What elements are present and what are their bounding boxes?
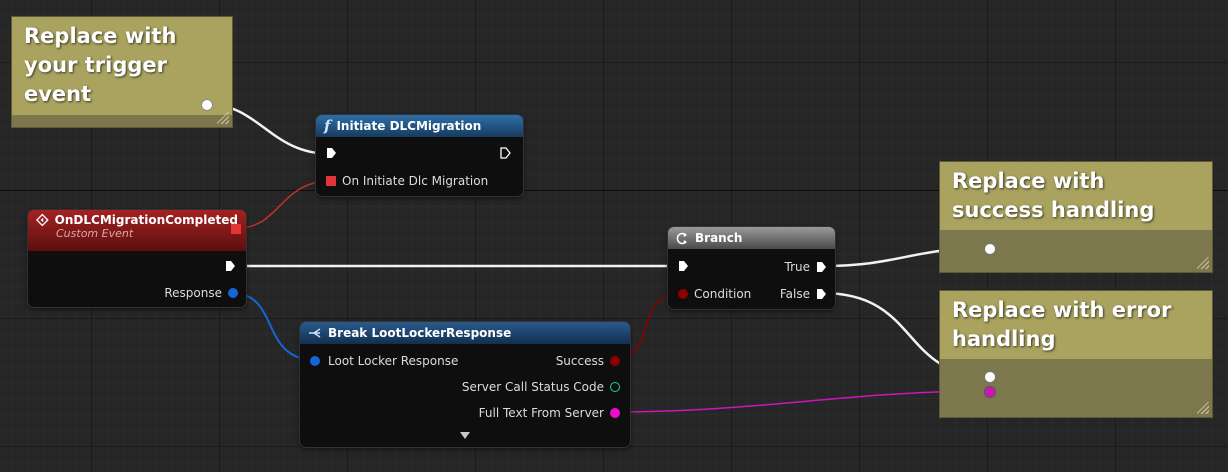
response-out-pin[interactable]: Response (164, 286, 238, 300)
node-title: Break LootLockerResponse (328, 326, 512, 340)
initiate-dlc-migration-node[interactable]: f Initiate DLCMigration On Initiate Dlc … (316, 115, 523, 196)
int-pin-icon (610, 382, 620, 392)
comment-exec-in-pin[interactable] (984, 371, 996, 383)
exec-in-pin[interactable] (678, 260, 689, 272)
pin-label: Loot Locker Response (328, 354, 459, 368)
true-out-pin[interactable]: True (785, 260, 828, 274)
delegate-pin-icon (326, 176, 336, 186)
function-icon: f (324, 117, 331, 135)
exec-pin-icon (226, 261, 235, 271)
event-icon (36, 213, 49, 227)
struct-in-pin[interactable]: Loot Locker Response (310, 354, 458, 368)
node-header: Break LootLockerResponse (300, 322, 630, 344)
comment-exec-in-pin[interactable] (984, 243, 996, 255)
exec-out-pin[interactable] (500, 147, 511, 159)
comment-trigger-event[interactable]: Replace with your trigger event (12, 17, 232, 127)
resize-grip-icon[interactable] (217, 112, 229, 124)
node-header: OnDLCMigrationCompleted Custom Event (28, 210, 246, 251)
struct-pin-icon (310, 356, 320, 366)
exec-pin-icon (817, 262, 826, 272)
pin-label: True (784, 260, 811, 274)
comment-success-handling[interactable]: Replace with success handling (940, 162, 1212, 272)
break-lootlocker-response-node[interactable]: Break LootLockerResponse Loot Locker Res… (300, 322, 630, 447)
pin-label: False (779, 287, 810, 301)
condition-in-pin[interactable]: Condition (678, 287, 751, 301)
node-title: OnDLCMigrationCompleted (54, 213, 238, 227)
success-out-pin[interactable]: Success (556, 354, 620, 368)
pin-label: Response (164, 286, 222, 300)
string-pin-icon (610, 408, 620, 418)
comment-exec-out-pin[interactable] (201, 99, 213, 111)
resize-grip-icon[interactable] (1197, 402, 1209, 414)
comment-title: Replace with success handling (940, 162, 1212, 230)
pin-label: Success (555, 354, 604, 368)
exec-pin-icon (817, 289, 826, 299)
node-title: Branch (695, 231, 743, 245)
struct-pin-icon (228, 288, 238, 298)
expand-arrow-icon[interactable] (460, 432, 470, 439)
bool-pin-icon (678, 289, 688, 299)
exec-in-pin[interactable] (326, 147, 337, 159)
resize-grip-icon[interactable] (1197, 257, 1209, 269)
node-subtitle: Custom Event (56, 227, 134, 240)
node-header: Branch (668, 227, 835, 249)
break-struct-icon (309, 328, 321, 338)
delegate-out-pin[interactable] (231, 224, 241, 234)
comment-title: Replace with your trigger event (12, 17, 232, 115)
node-title: Initiate DLCMigration (336, 119, 482, 133)
comment-error-handling[interactable]: Replace with error handling (940, 291, 1212, 417)
full-text-out-pin[interactable]: Full Text From Server (479, 406, 620, 420)
exec-out-pin[interactable] (225, 260, 236, 272)
comment-string-in-pin[interactable] (984, 386, 996, 398)
node-header: f Initiate DLCMigration (316, 115, 523, 137)
branch-icon (676, 232, 687, 244)
exec-pin-icon (679, 261, 688, 271)
comment-title: Replace with error handling (940, 291, 1212, 359)
false-out-pin[interactable]: False (780, 287, 827, 301)
status-code-out-pin[interactable]: Server Call Status Code (462, 380, 620, 394)
delegate-in-pin[interactable]: On Initiate Dlc Migration (326, 174, 488, 188)
pin-label: Server Call Status Code (461, 380, 604, 394)
exec-pin-icon (500, 147, 511, 159)
pin-label: Condition (694, 287, 752, 301)
pin-label: Full Text From Server (478, 406, 604, 420)
custom-event-node[interactable]: OnDLCMigrationCompleted Custom Event Res… (28, 210, 246, 307)
branch-node[interactable]: Branch Condition True False (668, 227, 835, 309)
pin-label: On Initiate Dlc Migration (342, 174, 489, 188)
exec-pin-icon (327, 148, 336, 158)
bool-pin-icon (610, 356, 620, 366)
string-wire (611, 390, 990, 413)
